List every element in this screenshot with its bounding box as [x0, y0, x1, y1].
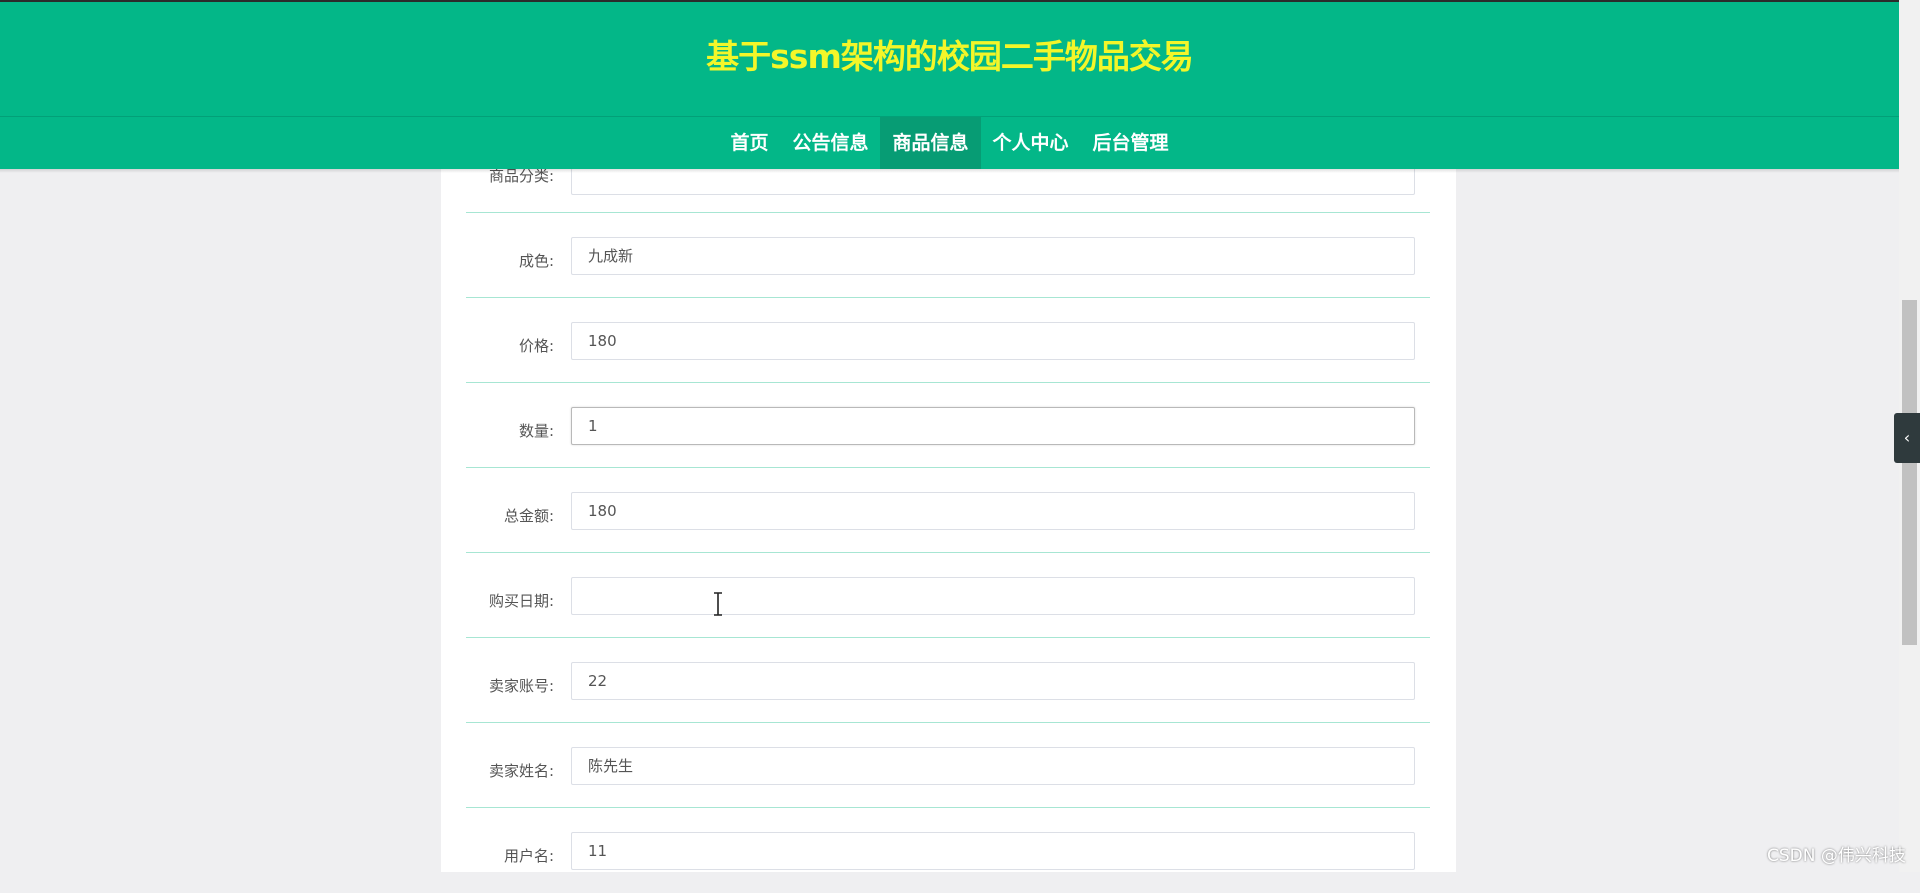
username-field[interactable]: 11: [571, 832, 1415, 870]
seller-account-field[interactable]: 22: [571, 662, 1415, 700]
nav-admin[interactable]: 后台管理: [1081, 117, 1181, 169]
site-title: 基于ssm架构的校园二手物品交易: [706, 37, 1194, 76]
order-form-panel: 商品分类: 成色: 九成新 价格: 180 数量: 1 总金额: 180 购买日…: [441, 157, 1456, 872]
condition-field[interactable]: 九成新: [571, 237, 1415, 275]
site-header: 基于ssm架构的校园二手物品交易 首页 公告信息 商品信息 个人中心 后台管理: [0, 2, 1899, 173]
form-row-seller-account: 卖家账号: 22: [441, 638, 1456, 723]
nav-personal-center[interactable]: 个人中心: [981, 117, 1081, 169]
price-field[interactable]: 180: [571, 322, 1415, 360]
chevron-left-icon: ‹: [1903, 428, 1911, 447]
side-panel-toggle[interactable]: ‹: [1894, 413, 1920, 463]
username-label: 用户名:: [503, 847, 554, 865]
scrollbar-thumb[interactable]: [1902, 300, 1917, 645]
quantity-field[interactable]: 1: [571, 407, 1415, 445]
nav-products[interactable]: 商品信息: [880, 117, 981, 169]
form-row-username: 用户名: 11: [441, 808, 1456, 893]
price-label: 价格:: [518, 337, 554, 355]
main-nav: 首页 公告信息 商品信息 个人中心 后台管理: [0, 117, 1899, 169]
form-row-seller-name: 卖家姓名: 陈先生: [441, 723, 1456, 808]
form-row-quantity: 数量: 1: [441, 383, 1456, 468]
condition-label: 成色:: [518, 252, 554, 270]
form-row-condition: 成色: 九成新: [441, 213, 1456, 298]
seller-account-label: 卖家账号:: [488, 677, 554, 695]
total-label: 总金额:: [503, 507, 554, 525]
nav-home[interactable]: 首页: [718, 117, 780, 169]
form-row-purchase-date: 购买日期:: [441, 553, 1456, 638]
seller-name-label: 卖家姓名:: [488, 762, 554, 780]
quantity-label: 数量:: [518, 422, 554, 440]
text-cursor-icon: [714, 592, 722, 616]
form-row-total: 总金额: 180: [441, 468, 1456, 553]
form-row-price: 价格: 180: [441, 298, 1456, 383]
header-shadow: [0, 169, 1899, 173]
watermark: CSDN @伟兴科技: [1767, 846, 1906, 866]
seller-name-field[interactable]: 陈先生: [571, 747, 1415, 785]
window-top-border: [0, 0, 1899, 2]
nav-announcements[interactable]: 公告信息: [780, 117, 880, 169]
purchase-date-label: 购买日期:: [488, 592, 554, 610]
total-amount-field[interactable]: 180: [571, 492, 1415, 530]
purchase-date-field[interactable]: [571, 577, 1415, 615]
